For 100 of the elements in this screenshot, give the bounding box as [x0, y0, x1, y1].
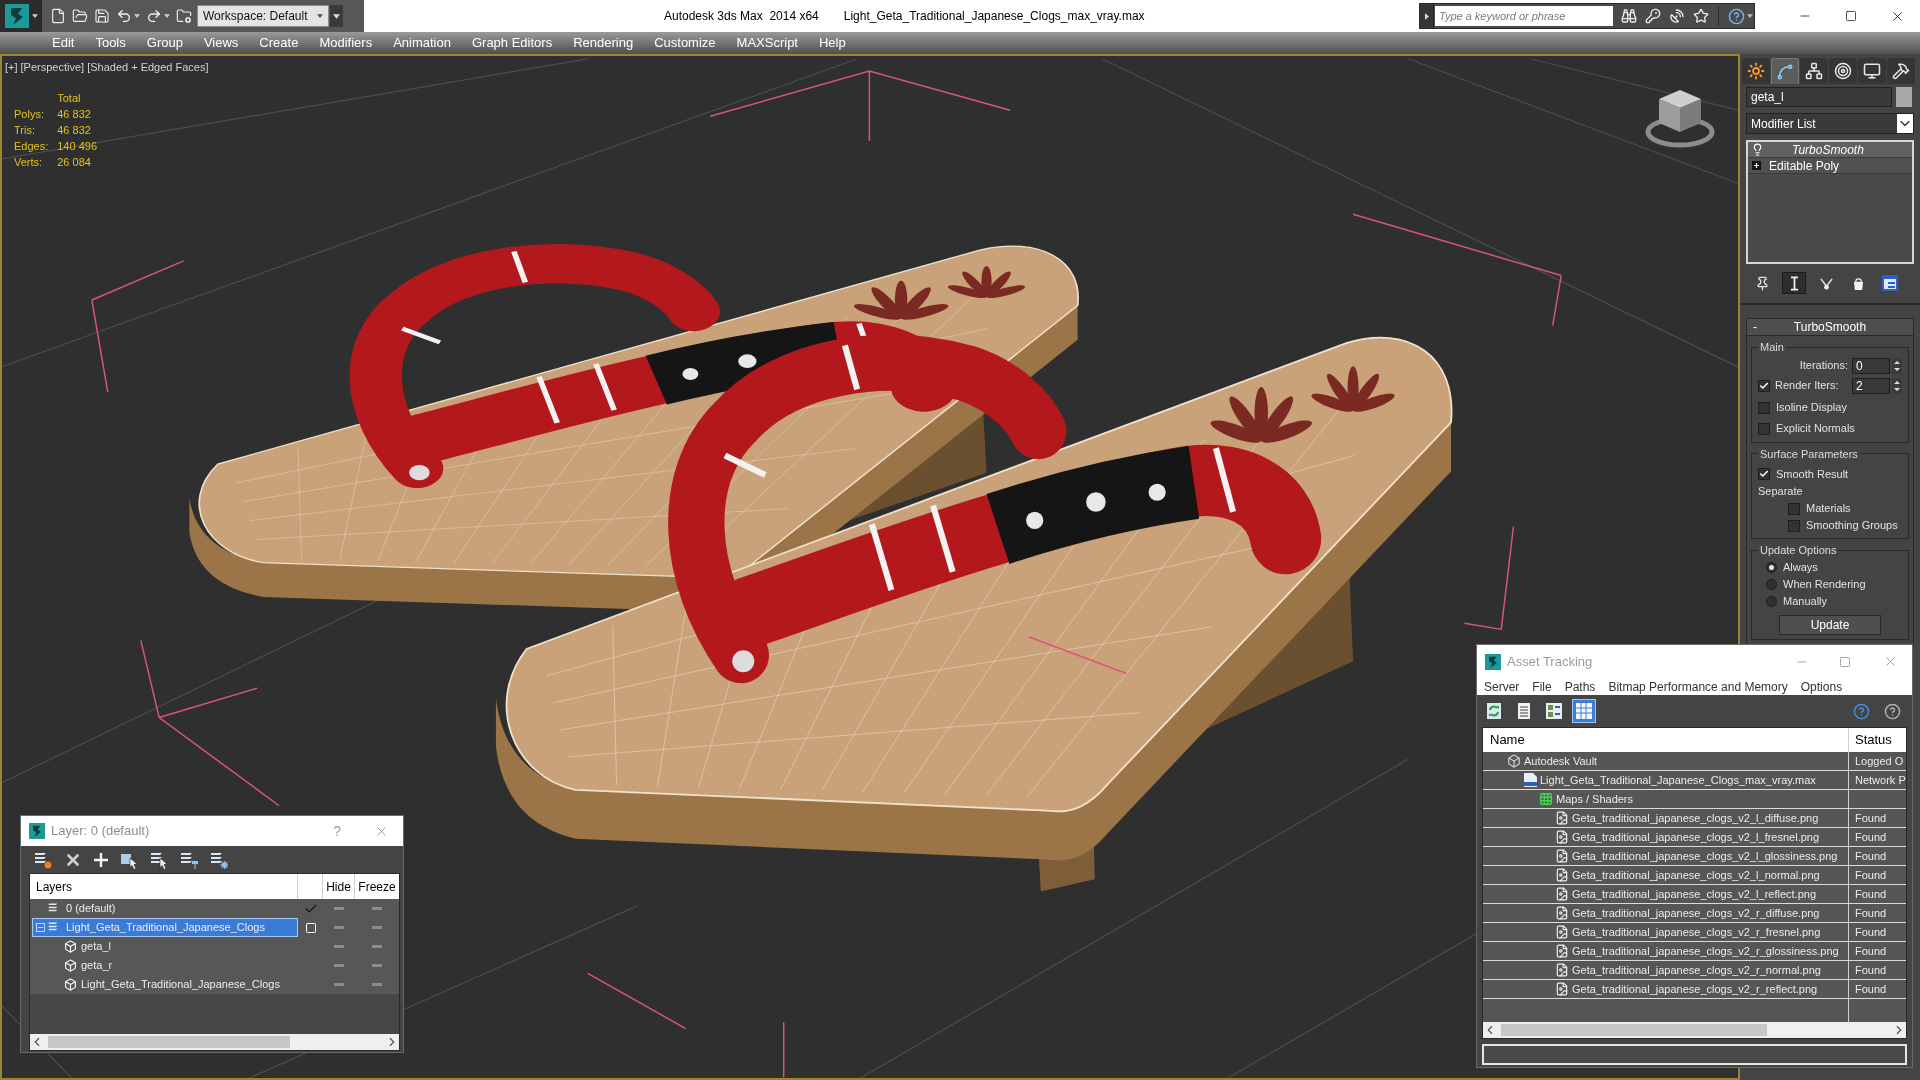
project-folder-icon[interactable]	[176, 8, 192, 24]
asset-name[interactable]: Autodesk Vault	[1524, 752, 1598, 770]
viewport-label[interactable]: [Shaded + Edged Faces]	[87, 59, 209, 76]
layers-snowflake-icon[interactable]	[210, 850, 228, 869]
menu-item[interactable]: Edit	[52, 33, 75, 53]
asset-name[interactable]: Maps / Shaders	[1556, 790, 1634, 808]
menu-item[interactable]: Tools	[95, 33, 126, 53]
caret-icon[interactable]	[164, 14, 170, 18]
app-menu-button[interactable]	[0, 0, 42, 32]
search-field[interactable]: Type a keyword or phrase	[1435, 6, 1613, 26]
spinner-field[interactable]: 2	[1852, 377, 1890, 394]
radio-button[interactable]	[1766, 595, 1777, 607]
layer-item[interactable]: Light_Geta_Traditional_Japanese_Clogs	[32, 975, 298, 994]
asset-name[interactable]: Geta_traditional_japanese_clogs_v2_r_glossiness.png	[1572, 942, 1839, 960]
asset-name[interactable]: Geta_traditional_japanese_clogs_v2_l_normal.png	[1572, 866, 1820, 884]
help-icon[interactable]	[1853, 702, 1870, 720]
asset-name[interactable]: Geta_traditional_japanese_clogs_v2_l_glossiness.png	[1572, 847, 1838, 865]
layers-pin-icon[interactable]	[180, 850, 198, 869]
menu-item[interactable]: Options	[1800, 677, 1843, 696]
checkbox[interactable]	[1758, 379, 1770, 392]
save-icon[interactable]	[94, 8, 110, 24]
asset-name[interactable]: Geta_traditional_japanese_clogs_v2_l_diffuse.png	[1572, 809, 1819, 827]
collapse-toggle[interactable]: -	[1747, 318, 1763, 336]
color-swatch-icon[interactable]	[1896, 87, 1912, 107]
object-name-field[interactable]: geta_l	[1746, 87, 1892, 107]
checkbox[interactable]	[1788, 502, 1800, 515]
lightbulb-icon[interactable]	[1751, 143, 1764, 156]
modifier-list-dropdown[interactable]: Modifier List	[1746, 113, 1914, 134]
key-icon[interactable]	[1645, 8, 1661, 24]
checkbox[interactable]	[1758, 468, 1770, 480]
spinner-arrows-icon[interactable]	[1892, 377, 1902, 394]
command-tab[interactable]	[1887, 58, 1915, 84]
menu-item[interactable]: Paths	[1564, 677, 1596, 696]
stack-item[interactable]: TurboSmooth	[1748, 142, 1912, 158]
caret-icon[interactable]	[1747, 14, 1753, 18]
menu-item[interactable]: Graph Editors	[471, 33, 553, 53]
command-tab[interactable]	[1829, 58, 1857, 84]
workspace-dropdown[interactable]: Workspace: Default	[197, 5, 329, 27]
layer-item[interactable]: Light_Geta_Traditional_Japanese_Clogs	[32, 918, 298, 937]
asset-name[interactable]: Geta_traditional_japanese_clogs_v2_r_fresnel.png	[1572, 923, 1821, 941]
radio-button[interactable]	[1766, 578, 1777, 590]
expand-icon[interactable]	[1752, 161, 1761, 170]
radio-button[interactable]	[1766, 561, 1777, 573]
rollout-header[interactable]: - TurboSmooth	[1746, 318, 1914, 336]
help-icon[interactable]	[1728, 7, 1745, 25]
stack-item[interactable]: Editable Poly	[1748, 158, 1912, 174]
layers-cursor-icon[interactable]	[150, 850, 168, 869]
asset-name[interactable]: Geta_traditional_japanese_clogs_v2_l_fresnel.png	[1572, 828, 1820, 846]
layers-dot-icon[interactable]	[34, 850, 52, 869]
asset-name[interactable]: Light_Geta_Traditional_Japanese_Clogs_max_vray.max	[1540, 771, 1816, 789]
asset-name[interactable]: Geta_traditional_japanese_clogs_v2_r_normal.png	[1572, 961, 1821, 979]
layer-item[interactable]: 0 (default)	[32, 899, 298, 918]
view-button[interactable]	[1572, 699, 1596, 723]
asset-name[interactable]: Geta_traditional_japanese_clogs_v2_r_reflect.png	[1572, 980, 1818, 998]
command-tab[interactable]	[1742, 58, 1770, 84]
layer-item[interactable]: geta_l	[32, 937, 298, 956]
column-header[interactable]: Name	[1483, 728, 1849, 752]
spinner-field[interactable]: 0	[1852, 357, 1890, 374]
toolbar-options-button[interactable]	[330, 5, 343, 27]
plus-icon[interactable]	[94, 852, 108, 867]
scrollbar-thumb[interactable]	[48, 1036, 290, 1048]
column-header[interactable]: Status	[1849, 728, 1906, 752]
caret-icon[interactable]	[134, 14, 140, 18]
collapse-icon[interactable]	[36, 923, 45, 932]
command-tab[interactable]	[1858, 58, 1886, 84]
checkbox[interactable]	[1758, 422, 1770, 435]
layer-item[interactable]: geta_r	[32, 956, 298, 975]
redo-icon[interactable]	[146, 8, 162, 24]
scrollbar-thumb[interactable]	[1501, 1024, 1767, 1036]
panel-button[interactable]: Update	[1779, 614, 1881, 635]
menu-item[interactable]: Views	[203, 33, 239, 53]
binoculars-icon[interactable]	[1621, 8, 1637, 24]
menu-item[interactable]: Server	[1484, 677, 1520, 696]
help-icon[interactable]	[1884, 702, 1901, 720]
satellite-dish-icon[interactable]	[1669, 8, 1685, 24]
menu-item[interactable]: Rendering	[573, 33, 634, 53]
show-end-result-button[interactable]	[1782, 272, 1806, 294]
menu-item[interactable]: Customize	[654, 33, 716, 53]
checkbox[interactable]	[1758, 401, 1770, 414]
spinner-arrows-icon[interactable]	[1892, 357, 1902, 374]
new-file-icon[interactable]	[50, 8, 66, 24]
viewport-label[interactable]: [Perspective]	[20, 59, 85, 76]
star-icon[interactable]	[1693, 8, 1709, 24]
menu-item[interactable]: Modifiers	[319, 33, 373, 53]
menu-item[interactable]: Create	[259, 33, 299, 53]
menu-item[interactable]: Bitmap Performance and Memory	[1608, 677, 1788, 696]
menu-item[interactable]: MAXScript	[736, 33, 798, 53]
menu-item[interactable]: Group	[146, 33, 183, 53]
menu-item[interactable]: Help	[819, 33, 846, 53]
checkbox[interactable]	[1788, 519, 1800, 532]
column-header[interactable]: Freeze	[355, 874, 399, 899]
menu-item[interactable]: Animation	[393, 33, 451, 53]
menu-item[interactable]: File	[1532, 677, 1552, 696]
asset-name[interactable]: Geta_traditional_japanese_clogs_v2_r_diffuse.png	[1572, 904, 1820, 922]
open-folder-icon[interactable]	[72, 8, 88, 24]
undo-icon[interactable]	[116, 8, 132, 24]
maximize-icon[interactable]	[1845, 10, 1857, 22]
viewport-label[interactable]: [+]	[5, 59, 18, 76]
expand-search-button[interactable]	[1420, 4, 1434, 28]
command-tab[interactable]	[1800, 58, 1828, 84]
